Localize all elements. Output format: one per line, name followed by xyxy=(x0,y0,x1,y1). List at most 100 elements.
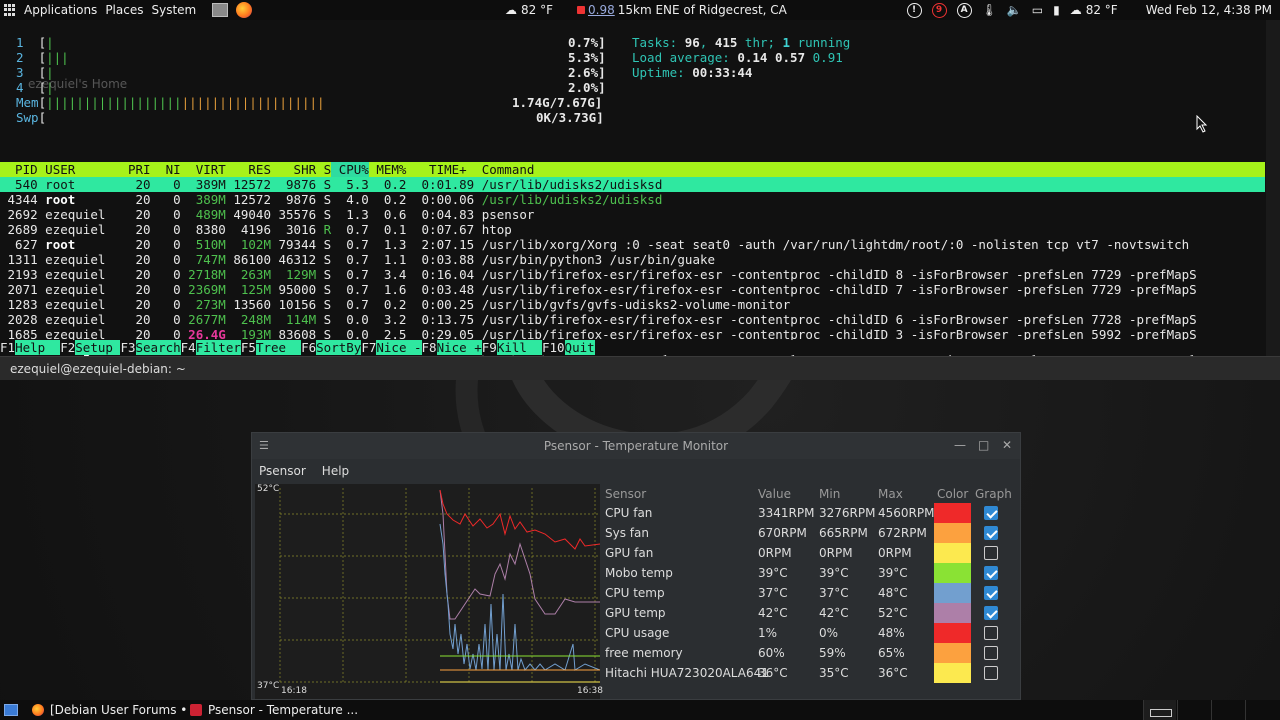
workspace-3[interactable] xyxy=(1211,700,1244,720)
sensor-graph-checkbox[interactable] xyxy=(984,626,998,640)
sensor-row[interactable]: CPU fan 3341RPM 3276RPM 4560RPM xyxy=(602,503,1020,523)
process-row[interactable]: 2071 ezequiel 20 0 2369M 125M 95000 S 0.… xyxy=(0,282,1265,297)
minimize-icon[interactable]: — xyxy=(954,438,966,452)
volume-icon[interactable]: 🔈 xyxy=(1007,0,1022,20)
sensor-row[interactable]: GPU fan 0RPM 0RPM 0RPM xyxy=(602,543,1020,563)
col-mem[interactable]: MEM% xyxy=(369,162,406,177)
process-row[interactable]: 4344 root 20 0 389M 12572 9876 S 4.0 0.2… xyxy=(0,192,1265,207)
th-graph[interactable]: Graph xyxy=(975,485,1012,503)
fkey-label[interactable]: Search xyxy=(135,340,181,355)
sensor-graph-checkbox[interactable] xyxy=(984,586,998,600)
fkey-label[interactable]: Tree xyxy=(255,340,302,355)
fkey-f3[interactable]: F3 xyxy=(120,340,135,355)
taskbar-psensor[interactable]: Psensor - Temperature ... xyxy=(190,700,358,720)
col-command[interactable]: Command xyxy=(474,162,535,177)
clock[interactable]: Wed Feb 12, 4:38 PM xyxy=(1146,0,1272,20)
fkey-f7[interactable]: F7 xyxy=(361,340,376,355)
sensor-graph-checkbox[interactable] xyxy=(984,646,998,660)
system-menu[interactable]: System xyxy=(151,0,196,20)
terminal-scrollbar[interactable] xyxy=(1266,20,1280,356)
sensor-color-swatch[interactable] xyxy=(934,663,971,683)
maximize-icon[interactable]: □ xyxy=(978,438,989,452)
col-state[interactable]: S xyxy=(316,162,332,177)
sensor-graph-checkbox[interactable] xyxy=(984,606,998,620)
col-virt[interactable]: VIRT xyxy=(181,162,226,177)
fkey-label[interactable]: Quit xyxy=(564,340,595,355)
process-row[interactable]: 540 root 20 0 389M 12572 9876 S 5.3 0.2 … xyxy=(0,177,1265,192)
fkey-label[interactable]: Setup xyxy=(75,340,121,355)
sensor-row[interactable]: CPU usage 1% 0% 48% xyxy=(602,623,1020,643)
screen-icon[interactable]: ▭ xyxy=(1032,0,1043,20)
terminal-launcher[interactable] xyxy=(212,0,229,20)
workspace-4[interactable] xyxy=(1245,700,1278,720)
sensor-row[interactable]: Mobo temp 39°C 39°C 39°C xyxy=(602,563,1020,583)
fkey-label[interactable]: Help xyxy=(15,340,61,355)
process-column-header[interactable]: PID USER PRI NI VIRT RES SHR S CPU% MEM%… xyxy=(0,162,1265,177)
menu-help[interactable]: Help xyxy=(322,464,349,478)
sensor-color-swatch[interactable] xyxy=(934,643,971,663)
sensor-graph-checkbox[interactable] xyxy=(984,506,998,520)
th-value[interactable]: Value xyxy=(758,485,791,503)
updates-indicator[interactable]: ! xyxy=(906,0,922,20)
process-row[interactable]: 2689 ezequiel 20 0 8380 4196 3016 R 0.7 … xyxy=(0,222,1265,237)
close-icon[interactable]: ✕ xyxy=(1002,438,1012,452)
col-time[interactable]: TIME+ xyxy=(406,162,474,177)
fkey-f1[interactable]: F1 xyxy=(0,340,15,355)
col-cpu[interactable]: CPU% xyxy=(331,162,369,177)
col-user[interactable]: USER xyxy=(38,162,113,177)
col-ni[interactable]: NI xyxy=(151,162,181,177)
fkey-label[interactable]: Nice - xyxy=(376,340,422,355)
sensor-row[interactable]: GPU temp 42°C 42°C 52°C xyxy=(602,603,1020,623)
fkey-label[interactable]: Filter xyxy=(195,340,241,355)
fkey-label[interactable]: Kill xyxy=(496,340,542,355)
th-color[interactable]: Color xyxy=(937,485,968,503)
sensor-color-swatch[interactable] xyxy=(934,523,971,543)
process-row[interactable]: 1283 ezequiel 20 0 273M 13560 10156 S 0.… xyxy=(0,297,1265,312)
taskbar-firefox[interactable]: [Debian User Forums • ... xyxy=(32,700,203,720)
earthquake-applet[interactable]: 0.98 15km ENE of Ridgecrest, CA xyxy=(577,0,787,20)
sensor-graph-checkbox[interactable] xyxy=(984,566,998,580)
fkey-f8[interactable]: F8 xyxy=(422,340,437,355)
process-row[interactable]: 2028 ezequiel 20 0 2677M 248M 114M S 0.0… xyxy=(0,312,1265,327)
workspace-1[interactable] xyxy=(1143,700,1176,720)
sensor-row[interactable]: Hitachi HUA723020ALA641 36°C 35°C 36°C xyxy=(602,663,1020,683)
col-shr[interactable]: SHR xyxy=(271,162,317,177)
fkey-label[interactable]: Nice + xyxy=(436,340,482,355)
fkey-f10[interactable]: F10 xyxy=(542,340,565,355)
places-menu[interactable]: Places xyxy=(105,0,143,20)
workspace-2[interactable] xyxy=(1177,700,1210,720)
sensor-color-swatch[interactable] xyxy=(934,603,971,623)
col-pri[interactable]: PRI xyxy=(113,162,151,177)
process-row[interactable]: 627 root 20 0 510M 102M 79344 S 0.7 1.3 … xyxy=(0,237,1265,252)
th-max[interactable]: Max xyxy=(878,485,903,503)
sensor-row[interactable]: CPU temp 37°C 37°C 48°C xyxy=(602,583,1020,603)
sensor-color-swatch[interactable] xyxy=(934,583,971,603)
process-row[interactable]: 2193 ezequiel 20 0 2718M 263M 129M S 0.7… xyxy=(0,267,1265,282)
show-desktop-button[interactable] xyxy=(4,700,18,720)
sensor-color-swatch[interactable] xyxy=(934,563,971,583)
col-pid[interactable]: PID xyxy=(0,162,38,177)
htop-terminal[interactable]: 1 [| 0.7%] 2 [||| 5.3%] 3 [| 2.6%] 4 [| 2.0%] Me… xyxy=(0,20,1280,357)
weather-applet[interactable]: ☁ 82 °F xyxy=(505,0,553,20)
battery-icon[interactable]: ▮ xyxy=(1053,0,1060,20)
sensor-color-swatch[interactable] xyxy=(934,623,971,643)
col-res[interactable]: RES xyxy=(226,162,271,177)
process-row[interactable]: 2692 ezequiel 20 0 489M 49040 35576 S 1.… xyxy=(0,207,1265,222)
th-min[interactable]: Min xyxy=(819,485,840,503)
th-sensor[interactable]: Sensor xyxy=(605,485,646,503)
psensor-titlebar[interactable]: ☰ Psensor - Temperature Monitor — □ ✕ xyxy=(252,433,1020,459)
weather-applet-right[interactable]: ☁ 82 °F xyxy=(1070,0,1118,20)
thermometer-icon[interactable]: 🌡 xyxy=(982,0,997,20)
notifications-indicator[interactable]: 9 xyxy=(931,0,947,20)
terminal-tab[interactable]: ezequiel@ezequiel-debian: ~ xyxy=(0,356,1280,380)
sensor-row[interactable]: free memory 60% 59% 65% xyxy=(602,643,1020,663)
fkey-f9[interactable]: F9 xyxy=(482,340,497,355)
sensor-row[interactable]: Sys fan 670RPM 665RPM 672RPM xyxy=(602,523,1020,543)
accessibility-indicator[interactable]: A xyxy=(956,0,972,20)
fkey-label[interactable]: SortBy xyxy=(316,340,362,355)
fkey-f2[interactable]: F2 xyxy=(60,340,75,355)
fkey-f6[interactable]: F6 xyxy=(301,340,316,355)
psensor-window[interactable]: ☰ Psensor - Temperature Monitor — □ ✕ Ps… xyxy=(251,432,1021,700)
process-row[interactable]: 1311 ezequiel 20 0 747M 86100 46312 S 0.… xyxy=(0,252,1265,267)
sensor-graph-checkbox[interactable] xyxy=(984,546,998,560)
